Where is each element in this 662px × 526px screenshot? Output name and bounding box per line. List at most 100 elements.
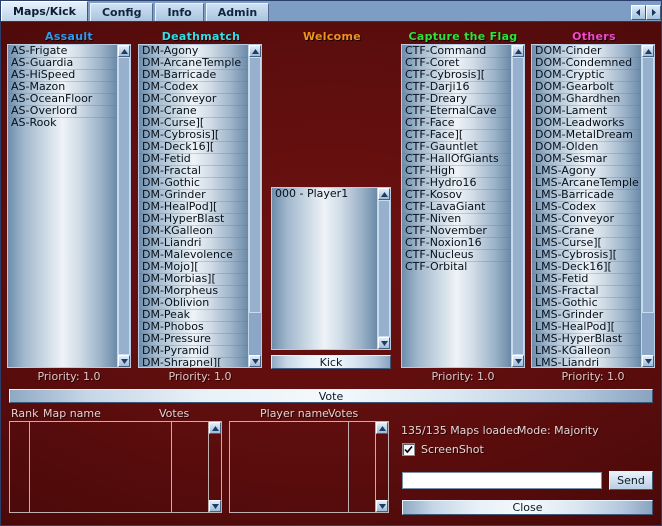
list-item[interactable]: DOM-Condemned [532,57,641,69]
list-item[interactable]: DM-KGalleon [139,225,248,237]
screenshot-checkbox[interactable] [402,443,415,456]
list-item[interactable]: DM-Mojo][ [139,261,248,273]
player-list-items[interactable]: 000 - Player1 [272,188,377,349]
list-item[interactable]: LMS-Barricade [532,189,641,201]
list-item[interactable]: CTF-Niven [402,213,511,225]
list-item[interactable]: DOM-Cinder [532,45,641,57]
scroll-track[interactable] [249,57,261,355]
list-item[interactable]: AS-Guardia [8,57,117,69]
map-votes-table-body[interactable] [10,422,208,512]
list-item[interactable]: CTF-Cybrosis][ [402,69,511,81]
list-item[interactable]: DM-Conveyor [139,93,248,105]
map-list-deathmatch-items[interactable]: DM-Agony DM-ArcaneTemple DM-Barricade DM-Co… [139,45,248,367]
map-list-others-scrollbar[interactable] [641,45,654,367]
list-item[interactable]: DM-Cybrosis][ [139,129,248,141]
list-item[interactable]: CTF-November [402,225,511,237]
list-item[interactable]: LMS-Curse][ [532,237,641,249]
scroll-track[interactable] [512,57,524,355]
map-list-capture-the-flag-scrollbar[interactable] [511,45,524,367]
list-item[interactable]: DOM-Leadworks [532,117,641,129]
list-item[interactable]: LMS-HyperBlast [532,333,641,345]
list-item[interactable]: DM-Grinder [139,189,248,201]
map-list-capture-the-flag-items[interactable]: CTF-Command CTF-Coret CTF-Cybrosis][CTF-Da… [402,45,511,367]
map-votes-table-scrollbar[interactable] [208,422,221,512]
scroll-down-button[interactable] [209,500,221,512]
scroll-down-button[interactable] [642,355,654,367]
list-item[interactable]: DOM-Olden [532,141,641,153]
list-item[interactable]: DM-Morbias][ [139,273,248,285]
list-item[interactable]: DOM-Sesmar [532,153,641,165]
list-item[interactable]: CTF-EternalCave [402,105,511,117]
list-item[interactable]: AS-Mazon [8,81,117,93]
list-item[interactable]: LMS-Cybrosis][ [532,249,641,261]
map-list-others-items[interactable]: DOM-Cinder DOM-Condemned DOM-Cryptic DOM-Ge… [532,45,641,367]
scroll-thumb[interactable] [378,200,390,337]
scroll-down-button[interactable] [376,500,388,512]
list-item[interactable]: LMS-KGalleon [532,345,641,357]
list-item[interactable]: DM-Barricade [139,69,248,81]
tab-info[interactable]: Info [155,3,204,21]
list-item[interactable]: LMS-ArcaneTemple [532,177,641,189]
list-item[interactable]: CTF-High [402,165,511,177]
scroll-up-button[interactable] [642,45,654,57]
list-item[interactable]: LMS-Deck16][ [532,261,641,273]
list-item[interactable]: DOM-Ghardhen [532,93,641,105]
list-item[interactable]: DM-Liandri [139,237,248,249]
list-item[interactable]: CTF-Command [402,45,511,57]
list-item[interactable]: CTF-Orbital [402,261,511,273]
list-item[interactable]: CTF-Noxion16 [402,237,511,249]
map-list-assault-scrollbar[interactable] [117,45,130,367]
player-list[interactable]: 000 - Player1 [271,187,391,350]
list-item[interactable]: DM-Pressure [139,333,248,345]
list-item[interactable]: LMS-HealPod][ [532,321,641,333]
chat-input[interactable] [402,472,602,489]
list-item[interactable]: DOM-Lament [532,105,641,117]
list-item[interactable]: CTF-HallOfGiants [402,153,511,165]
list-item[interactable]: LMS-Liandri [532,357,641,367]
list-item[interactable]: AS-Overlord [8,105,117,117]
list-item[interactable]: DM-Phobos [139,321,248,333]
screenshot-checkbox-row[interactable]: ScreenShot [402,443,484,456]
list-item[interactable]: CTF-Coret [402,57,511,69]
map-list-assault-items[interactable]: AS-Frigate AS-Guardia AS-HiSpeed AS-Mazon AS… [8,45,117,367]
scroll-up-button[interactable] [512,45,524,57]
map-list-assault[interactable]: AS-Frigate AS-Guardia AS-HiSpeed AS-Mazon AS… [7,44,131,368]
player-votes-table[interactable] [229,421,389,513]
list-item[interactable]: CTF-Face [402,117,511,129]
list-item[interactable]: DM-ArcaneTemple [139,57,248,69]
player-votes-table-scrollbar[interactable] [375,422,388,512]
map-list-deathmatch[interactable]: DM-Agony DM-ArcaneTemple DM-Barricade DM-Co… [138,44,262,368]
list-item[interactable]: DM-Pyramid [139,345,248,357]
list-item[interactable]: DM-Malevolence [139,249,248,261]
list-item[interactable]: CTF-Kosov [402,189,511,201]
scroll-thumb[interactable] [642,57,654,314]
list-item[interactable]: DM-Gothic [139,177,248,189]
scroll-up-button[interactable] [376,422,388,434]
list-item[interactable]: DM-Fetid [139,153,248,165]
scroll-thumb[interactable] [249,57,261,314]
scroll-up-button[interactable] [378,188,390,200]
list-item[interactable]: DM-Morpheus [139,285,248,297]
list-item[interactable]: DM-Fractal [139,165,248,177]
list-item[interactable]: CTF-Dreary [402,93,511,105]
scroll-track[interactable] [118,57,130,355]
map-list-capture-the-flag[interactable]: CTF-Command CTF-Coret CTF-Cybrosis][CTF-Da… [401,44,525,368]
list-item[interactable]: LMS-Gothic [532,297,641,309]
list-item[interactable]: DM-Codex [139,81,248,93]
list-item[interactable]: DM-Shrapnel][ [139,357,248,367]
scroll-up-button[interactable] [118,45,130,57]
scroll-track[interactable] [642,57,654,355]
list-item[interactable]: LMS-Fetid [532,273,641,285]
tab-config[interactable]: Config [89,3,154,21]
scroll-down-button[interactable] [512,355,524,367]
scroll-down-button[interactable] [249,355,261,367]
tab-scroll-left-button[interactable] [631,4,646,20]
map-list-deathmatch-scrollbar[interactable] [248,45,261,367]
list-item[interactable]: DM-Peak [139,309,248,321]
list-item[interactable]: CTF-LavaGiant [402,201,511,213]
map-list-others[interactable]: DOM-Cinder DOM-Condemned DOM-Cryptic DOM-Ge… [531,44,655,368]
list-item[interactable]: DM-Crane [139,105,248,117]
list-item[interactable]: CTF-Face][ [402,129,511,141]
list-item[interactable]: CTF-Hydro16 [402,177,511,189]
kick-button[interactable]: Kick [271,355,391,369]
